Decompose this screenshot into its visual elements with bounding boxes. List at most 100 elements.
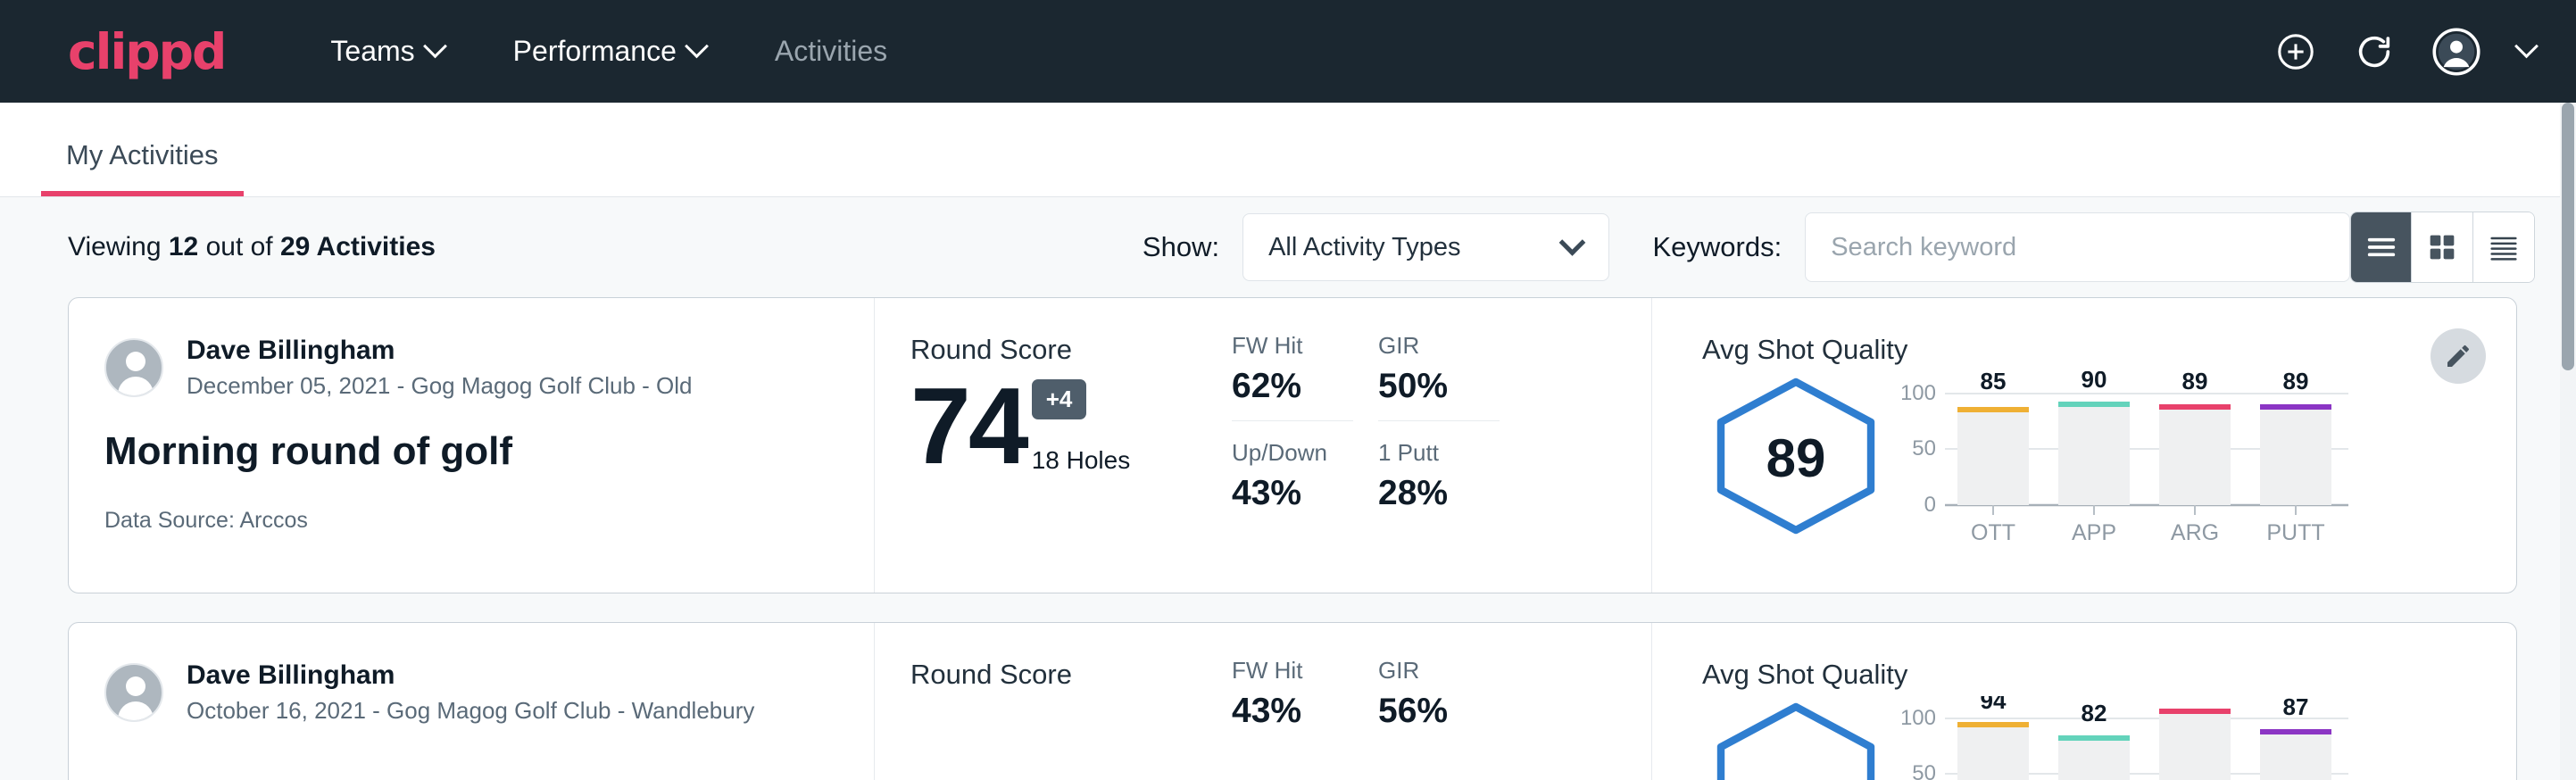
y-tick-50: 50	[1912, 761, 1936, 780]
hexagon-score-value: 89	[1766, 428, 1826, 488]
bar-value-ott: 85	[1981, 371, 2007, 394]
show-label: Show:	[1143, 231, 1219, 263]
search-input-wrapper[interactable]	[1805, 212, 2350, 282]
bar-chart-svg: 100 50 0 85 OTT	[1902, 371, 2357, 550]
round-stats-grid: FW Hit 43% GIR 56%	[1232, 623, 1651, 780]
stat-value: 50%	[1378, 367, 1525, 406]
stat-label: GIR	[1378, 657, 1525, 685]
add-circle-icon[interactable]	[2275, 31, 2316, 72]
search-input[interactable]	[1831, 233, 2324, 262]
bar-cap-putt	[2260, 404, 2331, 410]
bar-cap-arg	[2159, 709, 2231, 714]
x-tick-arg: ARG	[2171, 520, 2219, 545]
view-mode-toggle-group	[2350, 212, 2535, 283]
edit-activity-button[interactable]	[2431, 328, 2486, 384]
activity-meta: October 16, 2021 - Gog Magog Golf Club -…	[187, 696, 754, 726]
viewing-count-text: Viewing 12 out of 29 Activities	[68, 232, 436, 262]
round-score-label: Round Score	[910, 659, 1232, 691]
activity-player: Dave Billingham October 16, 2021 - Gog M…	[104, 659, 835, 726]
avg-shot-quality-body: 100 50 0 94 OTT 82	[1702, 696, 2516, 780]
activity-card-info: Dave Billingham December 05, 2021 - Gog …	[69, 298, 875, 593]
stat-fw-hit: FW Hit 62% Up/Down 43%	[1232, 332, 1378, 593]
hexagon-score	[1702, 696, 1890, 780]
y-tick-50: 50	[1912, 436, 1936, 461]
bar-cap-app	[2058, 402, 2130, 407]
refresh-icon[interactable]	[2354, 31, 2395, 72]
round-score-section: Round Score	[875, 623, 1232, 780]
activity-card[interactable]: Dave Billingham December 05, 2021 - Gog …	[68, 297, 2517, 593]
bar-arg	[2159, 712, 2231, 780]
avg-shot-quality-section: Avg Shot Quality 89 100 50 0	[1651, 298, 2516, 593]
activity-data-source: Data Source: Arccos	[104, 508, 835, 534]
bar-value-arg: 106	[2175, 696, 2214, 700]
page-scrollbar[interactable]	[2560, 103, 2576, 780]
nav-item-activities[interactable]: Activities	[775, 35, 887, 68]
bar-ott	[1957, 411, 2029, 505]
nav-item-teams-label: Teams	[330, 35, 414, 68]
round-score-row: 74 +4 18 Holes	[910, 373, 1232, 480]
round-score-label: Round Score	[910, 334, 1232, 366]
tab-my-activities[interactable]: My Activities	[41, 139, 244, 196]
y-tick-100: 100	[1902, 381, 1936, 405]
clippd-logo[interactable]: clippd	[68, 23, 225, 80]
activity-card-list: Dave Billingham December 05, 2021 - Gog …	[0, 297, 2576, 780]
nav-item-teams[interactable]: Teams	[330, 35, 443, 68]
bar-cap-app	[2058, 735, 2130, 741]
bar-cap-putt	[2260, 729, 2331, 734]
viewing-prefix: Viewing	[68, 232, 169, 261]
viewing-total: 29 Activities	[280, 232, 436, 261]
view-toggle-compact[interactable]	[2473, 212, 2534, 282]
keywords-label: Keywords:	[1652, 231, 1782, 263]
divider	[1378, 420, 1500, 421]
y-tick-100: 100	[1902, 706, 1936, 730]
avg-shot-quality-label: Avg Shot Quality	[1702, 334, 2516, 366]
bar-value-arg: 89	[2182, 371, 2208, 394]
player-name: Dave Billingham	[187, 334, 693, 368]
avg-shot-quality-body: 89 100 50 0 85	[1702, 371, 2516, 554]
chevron-down-icon	[2514, 34, 2539, 58]
round-score-value: 74	[910, 373, 1026, 480]
activity-type-select[interactable]: All Activity Types	[1242, 213, 1609, 281]
bar-app	[2058, 405, 2130, 505]
hexagon-score: 89	[1702, 371, 1890, 535]
avg-shot-quality-section: Avg Shot Quality 100 50 0	[1651, 623, 2516, 780]
bar-value-app: 82	[2082, 700, 2107, 726]
view-toggle-list[interactable]	[2351, 212, 2412, 282]
bar-value-putt: 87	[2283, 696, 2309, 720]
scrollbar-thumb[interactable]	[2562, 103, 2574, 370]
activity-card[interactable]: Dave Billingham October 16, 2021 - Gog M…	[68, 622, 2517, 780]
bar-app	[2058, 739, 2130, 780]
viewing-count: 12	[169, 232, 198, 261]
nav-item-performance[interactable]: Performance	[513, 35, 705, 68]
stat-value: 43%	[1232, 474, 1378, 513]
stat-label: 1 Putt	[1378, 439, 1525, 467]
x-tick-putt: PUTT	[2266, 520, 2324, 545]
account-chevron-down-icon[interactable]	[2518, 43, 2535, 60]
stat-label: Up/Down	[1232, 439, 1378, 467]
nav-item-activities-label: Activities	[775, 35, 887, 68]
stat-label: FW Hit	[1232, 657, 1378, 685]
stat-gir: GIR 50% 1 Putt 28%	[1378, 332, 1525, 593]
round-score-section: Round Score 74 +4 18 Holes	[875, 298, 1232, 593]
avg-shot-quality-label: Avg Shot Quality	[1702, 659, 2516, 691]
bar-value-app: 90	[2082, 371, 2107, 393]
user-avatar-icon[interactable]	[2432, 28, 2480, 76]
activity-title: Morning round of golf	[104, 429, 835, 474]
stat-gir: GIR 56%	[1378, 657, 1525, 780]
round-stats-grid: FW Hit 62% Up/Down 43% GIR 50% 1 Putt 28…	[1232, 298, 1651, 593]
hexagon-badge-icon: 89	[1707, 377, 1885, 535]
avatar	[104, 338, 163, 397]
bar-putt	[2260, 733, 2331, 780]
bar-cap-ott	[1957, 407, 2029, 412]
view-toggle-grid[interactable]	[2412, 212, 2472, 282]
activity-card-info: Dave Billingham October 16, 2021 - Gog M…	[69, 623, 875, 780]
activity-type-select-value: All Activity Types	[1268, 233, 1460, 262]
stat-value: 43%	[1232, 692, 1378, 731]
chevron-down-icon	[1559, 228, 1586, 255]
bar-cap-arg	[2159, 404, 2231, 410]
divider	[1232, 420, 1353, 421]
activity-player: Dave Billingham December 05, 2021 - Gog …	[104, 334, 835, 401]
bar-value-ott: 94	[1981, 696, 2007, 714]
tab-my-activities-label: My Activities	[66, 139, 219, 170]
x-tick-ott: OTT	[1971, 520, 2015, 545]
